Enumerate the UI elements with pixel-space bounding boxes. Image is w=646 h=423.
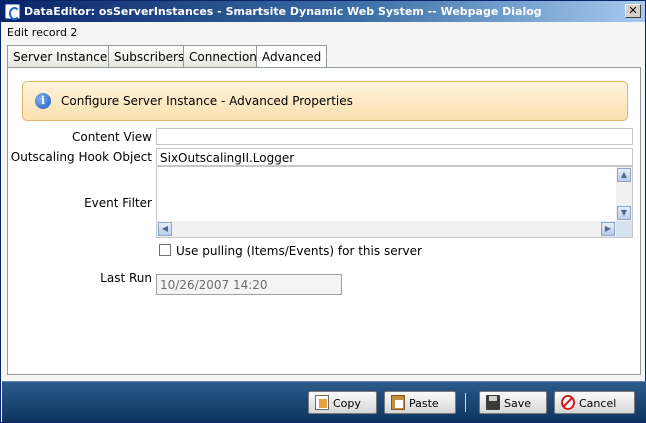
save-button[interactable]: Save xyxy=(479,391,547,414)
content-view-field[interactable] xyxy=(156,128,633,145)
copy-icon xyxy=(315,395,329,410)
info-icon: i xyxy=(35,93,51,109)
scroll-left-icon[interactable]: ◀ xyxy=(158,222,172,236)
advanced-panel: i Configure Server Instance - Advanced P… xyxy=(7,67,641,375)
record-label: Edit record 2 xyxy=(7,26,78,39)
paste-label: Paste xyxy=(409,397,439,410)
last-run-label: Last Run xyxy=(100,271,152,285)
info-banner: i Configure Server Instance - Advanced P… xyxy=(22,81,628,121)
dialog-window: DataEditor: osServerInstances - Smartsit… xyxy=(0,0,646,423)
title-bar: DataEditor: osServerInstances - Smartsit… xyxy=(1,1,645,22)
horizontal-scrollbar[interactable]: ◀ ▶ xyxy=(157,221,617,237)
tab-connection[interactable]: Connection xyxy=(183,45,263,67)
use-pulling-checkbox[interactable] xyxy=(159,244,171,256)
scrollbar-corner xyxy=(616,221,632,237)
cancel-icon xyxy=(561,395,575,410)
content-view-label: Content View xyxy=(71,130,152,144)
event-filter-label: Event Filter xyxy=(84,196,152,210)
vertical-scrollbar[interactable]: ▲ ▼ xyxy=(616,167,632,221)
copy-button[interactable]: Copy xyxy=(308,391,377,414)
window-title: DataEditor: osServerInstances - Smartsit… xyxy=(24,5,542,18)
tab-advanced[interactable]: Advanced xyxy=(256,45,328,68)
scroll-right-icon[interactable]: ▶ xyxy=(601,222,615,236)
ie-app-icon xyxy=(5,4,20,20)
event-filter-textarea[interactable]: ▲ ▼ ◀ ▶ xyxy=(156,166,633,238)
last-run-field: 10/26/2007 14:20 xyxy=(156,274,342,295)
copy-label: Copy xyxy=(333,397,361,410)
info-text: Configure Server Instance - Advanced Pro… xyxy=(61,94,353,108)
scroll-up-icon[interactable]: ▲ xyxy=(617,168,631,182)
tab-server-instance[interactable]: Server Instance xyxy=(7,45,114,67)
paste-icon xyxy=(391,395,405,410)
save-icon xyxy=(486,395,500,410)
close-button[interactable]: ✕ xyxy=(625,4,641,18)
outscaling-hook-field[interactable]: SixOutscalingII.Logger xyxy=(156,148,633,166)
scroll-down-icon[interactable]: ▼ xyxy=(617,206,631,220)
close-icon: ✕ xyxy=(628,4,638,17)
cancel-label: Cancel xyxy=(579,397,617,410)
outscaling-hook-label: Outscaling Hook Object xyxy=(10,150,152,164)
toolbar-separator xyxy=(465,393,466,412)
paste-button[interactable]: Paste xyxy=(384,391,456,414)
cancel-button[interactable]: Cancel xyxy=(554,391,635,414)
use-pulling-label: Use pulling (Items/Events) for this serv… xyxy=(176,244,422,258)
footer-toolbar: Copy Paste Save Cancel xyxy=(2,381,646,422)
tab-subscribers[interactable]: Subscribers xyxy=(108,45,191,67)
save-label: Save xyxy=(504,397,532,410)
